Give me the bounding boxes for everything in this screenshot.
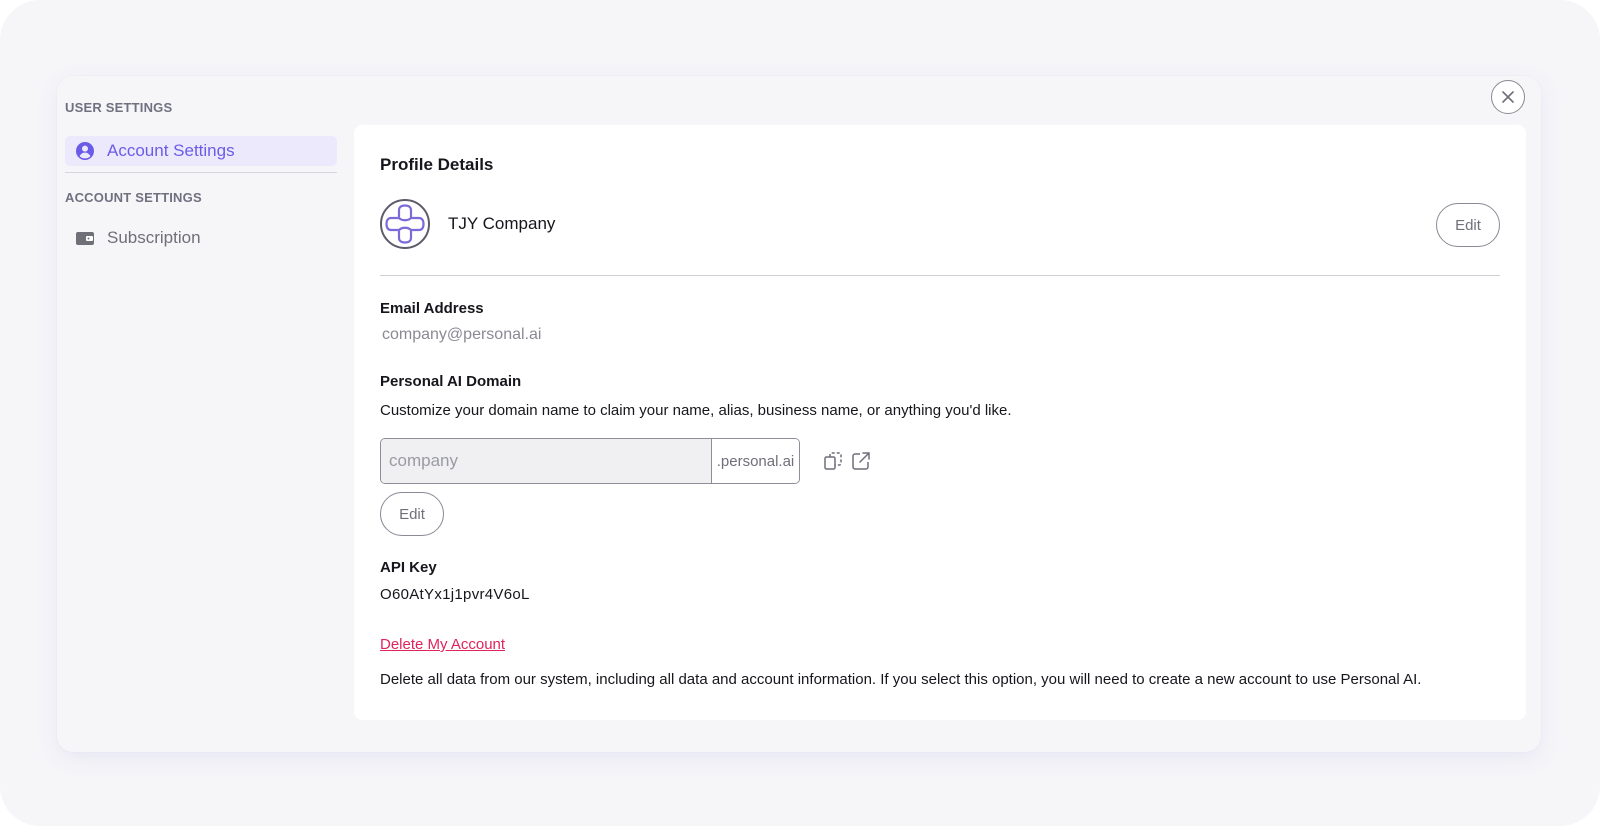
sidebar-item-label: Account Settings — [107, 141, 235, 160]
domain-description: Customize your domain name to claim your… — [380, 402, 1012, 419]
app-background: USER SETTINGS Account Settings ACCOUNT S… — [0, 0, 1600, 826]
copy-icon[interactable] — [823, 451, 843, 471]
delete-account-link[interactable]: Delete My Account — [380, 636, 505, 653]
domain-input[interactable] — [381, 439, 712, 483]
close-icon — [1502, 91, 1514, 103]
settings-sidebar: USER SETTINGS Account Settings ACCOUNT S… — [65, 100, 337, 253]
user-circle-icon — [75, 141, 95, 161]
edit-domain-button[interactable]: Edit — [380, 492, 444, 536]
wallet-icon — [75, 228, 95, 248]
domain-suffix: .personal.ai — [712, 439, 799, 483]
edit-profile-button[interactable]: Edit — [1436, 203, 1500, 247]
sidebar-item-account-settings[interactable]: Account Settings — [65, 136, 337, 166]
sidebar-section-account-settings: ACCOUNT SETTINGS — [65, 190, 202, 205]
section-divider — [380, 275, 1500, 276]
sidebar-item-subscription[interactable]: Subscription — [65, 223, 337, 253]
api-key-label: API Key — [380, 559, 437, 576]
domain-field-group: .personal.ai — [380, 438, 800, 484]
profile-card: Profile Details TJY Company Edit Email A… — [354, 125, 1526, 720]
external-link-icon[interactable] — [851, 451, 871, 471]
sidebar-section-user-settings: USER SETTINGS — [65, 100, 173, 115]
email-value: company@personal.ai — [382, 326, 542, 343]
delete-account-description: Delete all data from our system, includi… — [380, 671, 1422, 688]
avatar — [380, 199, 430, 249]
api-key-value: O60AtYx1j1pvr4V6oL — [380, 586, 530, 603]
sidebar-item-label: Subscription — [107, 228, 201, 247]
profile-details-heading: Profile Details — [380, 155, 494, 174]
company-name: TJY Company — [448, 214, 556, 233]
close-button[interactable] — [1491, 80, 1525, 114]
domain-label: Personal AI Domain — [380, 373, 522, 390]
email-label: Email Address — [380, 300, 484, 317]
logo-icon — [384, 203, 426, 245]
